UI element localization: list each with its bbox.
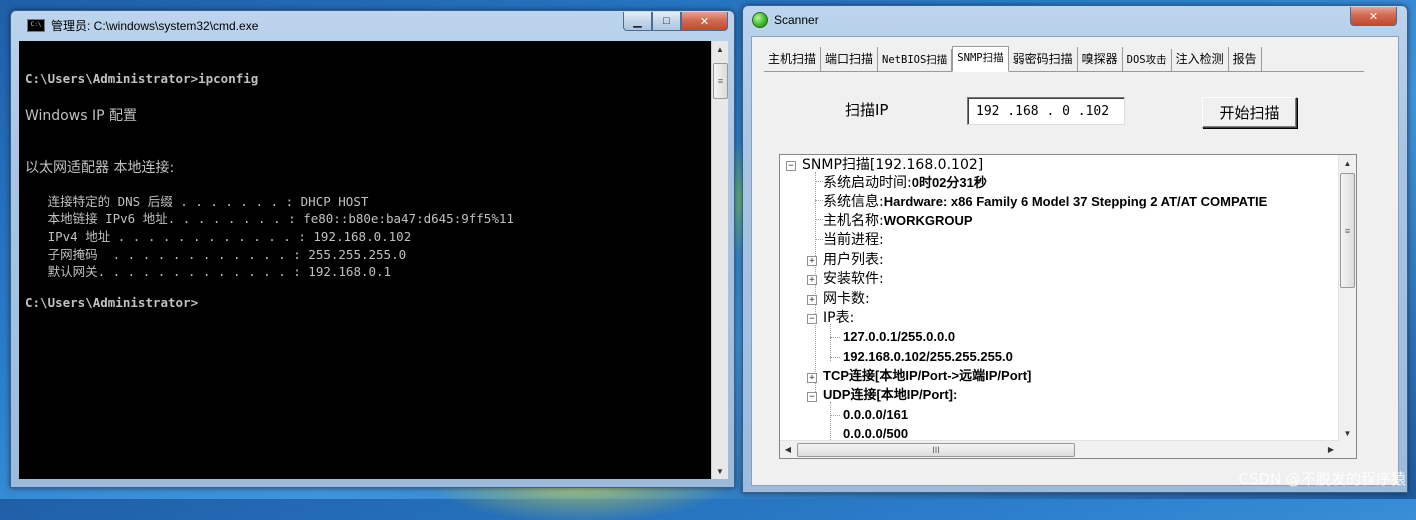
tab-host-scan[interactable]: 主机扫描 bbox=[764, 47, 822, 71]
scroll-up-icon[interactable]: ▲ bbox=[1339, 155, 1356, 171]
scroll-thumb[interactable]: ≡ bbox=[1340, 173, 1355, 288]
cmd-vertical-scrollbar[interactable]: ▲ ≡ ▼ bbox=[711, 41, 728, 479]
tree-software[interactable]: 安装软件: bbox=[823, 270, 884, 288]
tree-root[interactable]: SNMP扫描[192.168.0.102] bbox=[802, 156, 983, 174]
tree-uptime[interactable]: 系统启动时间:0时02分31秒 bbox=[823, 174, 987, 192]
uptime-label: 系统启动时间: bbox=[823, 175, 912, 191]
console-line: C:\Users\Administrator>ipconfig bbox=[25, 71, 259, 86]
scroll-thumb-horizontal[interactable]: III bbox=[797, 443, 1075, 457]
tree-content: − SNMP扫描[192.168.0.102] 系统启动时间:0时02分31秒 … bbox=[780, 155, 1339, 441]
tab-sniffer[interactable]: 嗅探器 bbox=[1078, 47, 1123, 71]
hostname-value: WORKGROUP bbox=[883, 213, 973, 228]
console-line: Windows IP 配置 bbox=[25, 108, 137, 124]
scanner-window: Scanner ✕ 主机扫描 端口扫描 NetBIOS扫描 SNMP扫描 弱密码… bbox=[742, 5, 1408, 493]
tab-netbios-scan[interactable]: NetBIOS扫描 bbox=[878, 49, 953, 71]
cmd-window-controls: ▁ □ ✕ bbox=[623, 12, 728, 31]
sysinfo-label: 系统信息: bbox=[823, 194, 884, 210]
console-output[interactable]: C:\Users\Administrator>ipconfig Windows … bbox=[19, 41, 711, 479]
tab-dos-attack[interactable]: DOS攻击 bbox=[1123, 49, 1172, 71]
scanner-window-controls: ✕ bbox=[1350, 7, 1397, 26]
scan-ip-label: 扫描IP bbox=[845, 101, 889, 119]
scanner-client-area: 主机扫描 端口扫描 NetBIOS扫描 SNMP扫描 弱密码扫描 嗅探器 DOS… bbox=[751, 36, 1399, 486]
expand-tcp-icon[interactable]: + bbox=[807, 373, 817, 383]
close-button[interactable]: ✕ bbox=[681, 12, 728, 31]
hostname-label: 主机名称: bbox=[823, 213, 884, 229]
ip-table-entry[interactable]: 127.0.0.1/255.0.0.0 bbox=[843, 328, 955, 346]
watermark: CSDN @不脱发的程序猿 bbox=[1238, 470, 1406, 488]
uptime-value: 0时02分31秒 bbox=[911, 175, 987, 190]
collapse-root-icon[interactable]: − bbox=[786, 161, 796, 171]
console-line: 本地链接 IPv6 地址. . . . . . . . : fe80::b80e… bbox=[25, 211, 514, 226]
console-line: C:\Users\Administrator> bbox=[25, 295, 199, 310]
tree-processes[interactable]: 当前进程: bbox=[823, 231, 884, 249]
tree-udp[interactable]: UDP连接[本地IP/Port]: bbox=[823, 386, 957, 404]
tree-sysinfo[interactable]: 系统信息:Hardware: x86 Family 6 Model 37 Ste… bbox=[823, 193, 1267, 211]
close-button[interactable]: ✕ bbox=[1350, 7, 1397, 26]
tab-report[interactable]: 报告 bbox=[1229, 47, 1262, 71]
cmd-window: C:\ 管理员: C:\windows\system32\cmd.exe ▁ □… bbox=[10, 10, 735, 488]
scroll-thumb[interactable]: ≡ bbox=[713, 63, 728, 99]
scrollbar-corner bbox=[1339, 441, 1356, 458]
scroll-down-icon[interactable]: ▼ bbox=[1339, 425, 1356, 441]
console-line: 以太网适配器 本地连接: bbox=[25, 160, 175, 176]
tab-bar: 主机扫描 端口扫描 NetBIOS扫描 SNMP扫描 弱密码扫描 嗅探器 DOS… bbox=[764, 46, 1364, 72]
scan-ip-input[interactable]: 192 .168 . 0 .102 bbox=[967, 97, 1125, 125]
tree-hostname[interactable]: 主机名称:WORKGROUP bbox=[823, 212, 973, 230]
minimize-button[interactable]: ▁ bbox=[623, 12, 652, 31]
tab-injection-detect[interactable]: 注入检测 bbox=[1172, 47, 1229, 71]
scanner-title: Scanner bbox=[774, 13, 819, 27]
collapse-ip-table-icon[interactable]: − bbox=[807, 314, 817, 324]
udp-entry[interactable]: 0.0.0.0/161 bbox=[843, 406, 908, 424]
ip-table-entry[interactable]: 192.168.0.102/255.255.255.0 bbox=[843, 348, 1013, 366]
tab-weak-password-scan[interactable]: 弱密码扫描 bbox=[1009, 47, 1078, 71]
expand-users-icon[interactable]: + bbox=[807, 256, 817, 266]
scroll-left-icon[interactable]: ◀ bbox=[780, 441, 796, 457]
tab-port-scan[interactable]: 端口扫描 bbox=[821, 47, 879, 71]
tree-users[interactable]: 用户列表: bbox=[823, 251, 884, 269]
sysinfo-value: Hardware: x86 Family 6 Model 37 Stepping… bbox=[883, 194, 1268, 209]
start-scan-button[interactable]: 开始扫描 bbox=[1202, 97, 1297, 128]
cmd-title: 管理员: C:\windows\system32\cmd.exe bbox=[51, 18, 259, 33]
tree-horizontal-scrollbar[interactable]: ◀ III ▶ bbox=[780, 440, 1339, 458]
scroll-right-icon[interactable]: ▶ bbox=[1323, 441, 1339, 457]
scroll-up-icon[interactable]: ▲ bbox=[712, 41, 728, 57]
scanner-titlebar[interactable]: Scanner bbox=[743, 6, 1407, 34]
udp-entry[interactable]: 0.0.0.0/500 bbox=[843, 425, 908, 441]
collapse-udp-icon[interactable]: − bbox=[807, 392, 817, 402]
console-line: 默认网关. . . . . . . . . . . . . : 192.168.… bbox=[25, 264, 392, 279]
scroll-down-icon[interactable]: ▼ bbox=[712, 463, 728, 479]
scanner-app-icon bbox=[752, 12, 768, 28]
expand-software-icon[interactable]: + bbox=[807, 275, 817, 285]
tree-vertical-scrollbar[interactable]: ▲ ≡ ▼ bbox=[1338, 155, 1356, 441]
cmd-app-icon: C:\ bbox=[27, 18, 45, 32]
console-line: IPv4 地址 . . . . . . . . . . . . : 192.16… bbox=[25, 229, 412, 244]
tab-snmp-scan[interactable]: SNMP扫描 bbox=[952, 46, 1009, 72]
expand-nics-icon[interactable]: + bbox=[807, 295, 817, 305]
tree-nics[interactable]: 网卡数: bbox=[823, 290, 870, 308]
snmp-result-tree[interactable]: − SNMP扫描[192.168.0.102] 系统启动时间:0时02分31秒 … bbox=[779, 154, 1357, 459]
tree-ip-table[interactable]: IP表: bbox=[823, 309, 854, 327]
maximize-button[interactable]: □ bbox=[652, 12, 681, 31]
tree-tcp[interactable]: TCP连接[本地IP/Port->远端IP/Port] bbox=[823, 367, 1031, 385]
